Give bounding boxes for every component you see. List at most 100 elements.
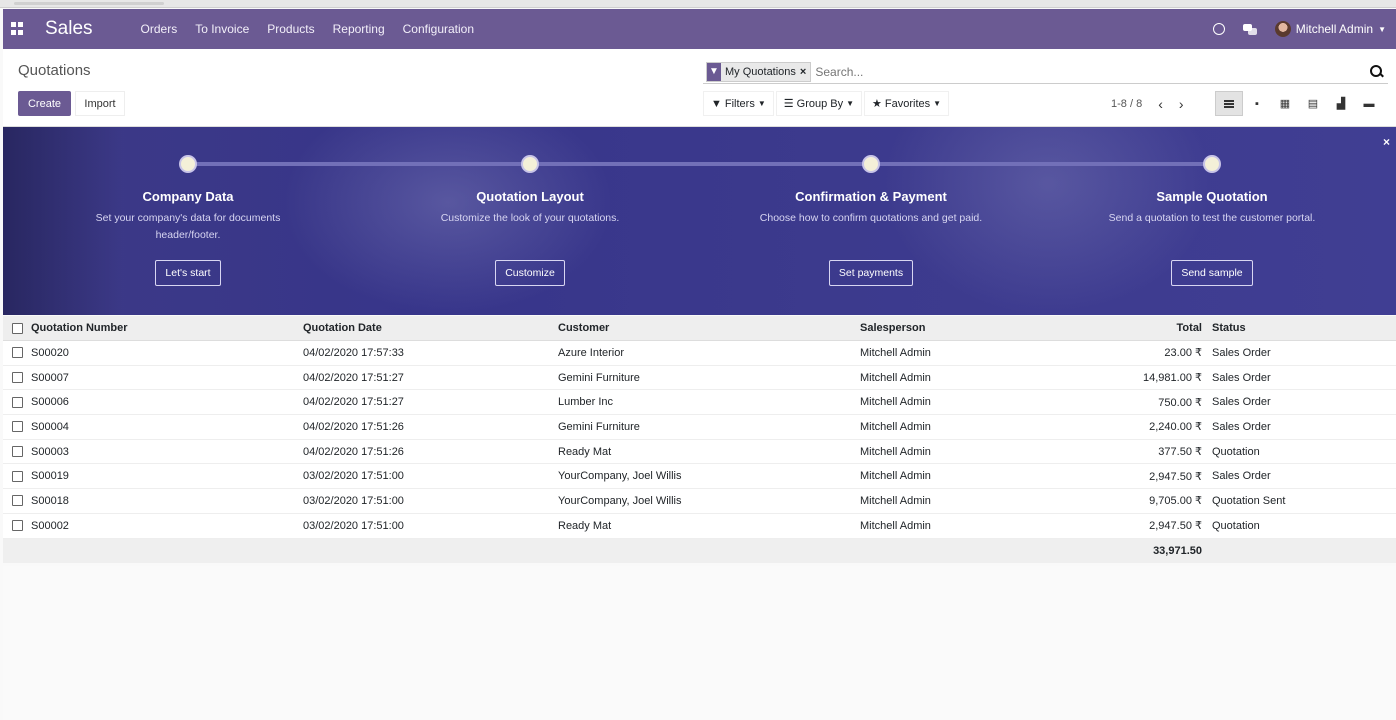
row-checkbox[interactable] (11, 396, 23, 408)
row-select-cell (3, 372, 31, 384)
cell-status: Quotation Sent (1212, 494, 1286, 507)
menu-reporting[interactable]: Reporting (333, 22, 385, 36)
step-description: Send a quotation to test the customer po… (1108, 212, 1316, 224)
cell-salesperson: Mitchell Admin (860, 420, 931, 433)
set-payments-button[interactable]: Set payments (828, 260, 914, 286)
import-button[interactable]: Import (75, 91, 125, 116)
cell-customer: YourCompany, Joel Willis (558, 494, 682, 507)
pager: 1-8 / 8 ‹ › (1111, 96, 1184, 112)
row-checkbox[interactable] (11, 372, 23, 384)
cell-status: Quotation (1212, 445, 1260, 458)
control-panel: Quotations Create Import ▼ My Quotations… (3, 49, 1396, 127)
pager-previous-icon[interactable]: ‹ (1158, 96, 1163, 112)
favorites-dropdown[interactable]: ★ Favorites ▼ (864, 91, 950, 116)
send-sample-button[interactable]: Send sample (1171, 260, 1253, 286)
cell-customer: Ready Mat (558, 519, 612, 532)
search-icon[interactable] (1370, 64, 1384, 79)
apps-menu-icon[interactable] (11, 22, 25, 36)
step-title: Confirmation & Payment (795, 189, 947, 204)
step-dot (1203, 155, 1221, 173)
create-button[interactable]: Create (18, 91, 71, 116)
favorites-label: Favorites (884, 97, 931, 110)
list-view-button[interactable] (1215, 91, 1243, 116)
customize-button[interactable]: Customize (495, 260, 565, 286)
onboarding-step-sample: Sample Quotation Send a quotation to tes… (1092, 189, 1332, 286)
caret-down-icon: ▼ (1378, 24, 1386, 34)
table-row[interactable]: S00004 04/02/2020 17:51:26 Gemini Furnitur… (3, 415, 1396, 440)
step-title: Sample Quotation (1156, 189, 1268, 204)
step-dot (862, 155, 880, 173)
cell-status: Sales Order (1212, 396, 1271, 409)
column-header-customer[interactable]: Customer (558, 322, 860, 334)
close-icon[interactable]: × (1383, 135, 1390, 149)
discuss-chat-icon[interactable] (1242, 23, 1257, 35)
column-header-number[interactable]: Quotation Number (31, 322, 303, 334)
column-header-total[interactable]: Total (1060, 322, 1210, 334)
graph-view-button[interactable]: ▟ (1327, 91, 1355, 116)
menu-configuration[interactable]: Configuration (403, 22, 474, 36)
facet-remove-icon[interactable]: × (800, 66, 810, 78)
table-row[interactable]: S00007 04/02/2020 17:51:27 Gemini Furnitur… (3, 365, 1396, 391)
cell-salesperson: Mitchell Admin (860, 396, 931, 409)
step-description: Choose how to confirm quotations and get… (759, 212, 983, 224)
row-checkbox[interactable] (11, 421, 23, 433)
main-navbar: Sales Orders To Invoice Products Reporti… (3, 9, 1396, 49)
row-checkbox[interactable] (11, 520, 23, 532)
table-row[interactable]: S00003 04/02/2020 17:51:26 Ready Mat Mitche… (3, 439, 1396, 465)
calendar-view-button[interactable]: ▦ (1271, 91, 1299, 116)
cell-number: S00007 (31, 371, 69, 384)
app-brand[interactable]: Sales (45, 18, 93, 40)
cell-salesperson: Mitchell Admin (860, 494, 931, 507)
filter-icon: ▼ (711, 97, 722, 110)
onboarding-banner: Company Data Set your company's data for… (3, 127, 1396, 315)
cell-total: 9,705.00 ₹ (1149, 495, 1202, 508)
activity-view-button[interactable]: ▬ (1355, 91, 1383, 116)
menu-orders[interactable]: Orders (141, 22, 178, 36)
menu-products[interactable]: Products (267, 22, 314, 36)
menu-to-invoice[interactable]: To Invoice (195, 22, 249, 36)
kanban-view-button[interactable]: ▪ (1243, 91, 1271, 116)
table-row[interactable]: S00002 03/02/2020 17:51:00 Ready Mat Mitche… (3, 513, 1396, 539)
cell-total: 2,947.50 ₹ (1149, 520, 1202, 533)
step-dot (521, 155, 539, 173)
user-menu[interactable]: Mitchell Admin ▼ (1274, 21, 1386, 37)
column-header-salesperson[interactable]: Salesperson (860, 322, 1060, 334)
table-row[interactable]: S00020 04/02/2020 17:57:33 Azure Interior M… (3, 341, 1396, 366)
footer-total: 33,971.50 (1153, 544, 1202, 557)
select-all-checkbox[interactable] (11, 322, 23, 334)
column-header-date[interactable]: Quotation Date (303, 322, 558, 334)
table-row[interactable]: S00019 03/02/2020 17:51:00 YourCompany, Jo… (3, 464, 1396, 490)
navbar-systray: Mitchell Admin ▼ (1212, 21, 1386, 37)
row-checkbox[interactable] (11, 446, 23, 458)
cell-total: 750.00 ₹ (1158, 396, 1202, 409)
column-header-status[interactable]: Status (1210, 322, 1396, 334)
search-options: ▼ Filters ▼ ☰ Group By ▼ ★ Favorites ▼ (703, 91, 950, 116)
pager-next-icon[interactable]: › (1179, 96, 1184, 112)
row-select-cell (3, 520, 31, 532)
activity-view-icon: ▬ (1363, 97, 1375, 110)
row-checkbox[interactable] (11, 347, 23, 359)
graph-view-icon: ▟ (1336, 98, 1346, 110)
row-checkbox[interactable] (11, 495, 23, 507)
pager-value[interactable]: 1-8 / 8 (1111, 98, 1142, 110)
activity-clock-icon[interactable] (1212, 23, 1225, 35)
groupby-dropdown[interactable]: ☰ Group By ▼ (775, 91, 863, 116)
cell-total: 14,981.00 ₹ (1143, 372, 1202, 385)
lets-start-button[interactable]: Let's start (155, 260, 221, 286)
cell-total: 2,240.00 ₹ (1149, 421, 1202, 434)
row-select-cell (3, 446, 31, 458)
cell-number: S00002 (31, 519, 69, 532)
cell-date: 04/02/2020 17:57:33 (303, 346, 404, 359)
row-checkbox[interactable] (11, 470, 23, 482)
pivot-view-button[interactable]: ▤ (1299, 91, 1327, 116)
filters-dropdown[interactable]: ▼ Filters ▼ (703, 91, 774, 116)
cell-status: Sales Order (1212, 420, 1271, 433)
cell-salesperson: Mitchell Admin (860, 346, 931, 359)
table-row[interactable]: S00006 04/02/2020 17:51:27 Lumber Inc Mitch… (3, 390, 1396, 416)
onboarding-step-company: Company Data Set your company's data for… (68, 189, 308, 286)
cell-date: 03/02/2020 17:51:00 (303, 519, 404, 532)
search-bar: ▼ My Quotations × (703, 60, 1388, 84)
cell-number: S00006 (31, 396, 69, 409)
search-input[interactable] (811, 64, 1370, 79)
table-row[interactable]: S00018 03/02/2020 17:51:00 YourCompany, Jo… (3, 489, 1396, 514)
